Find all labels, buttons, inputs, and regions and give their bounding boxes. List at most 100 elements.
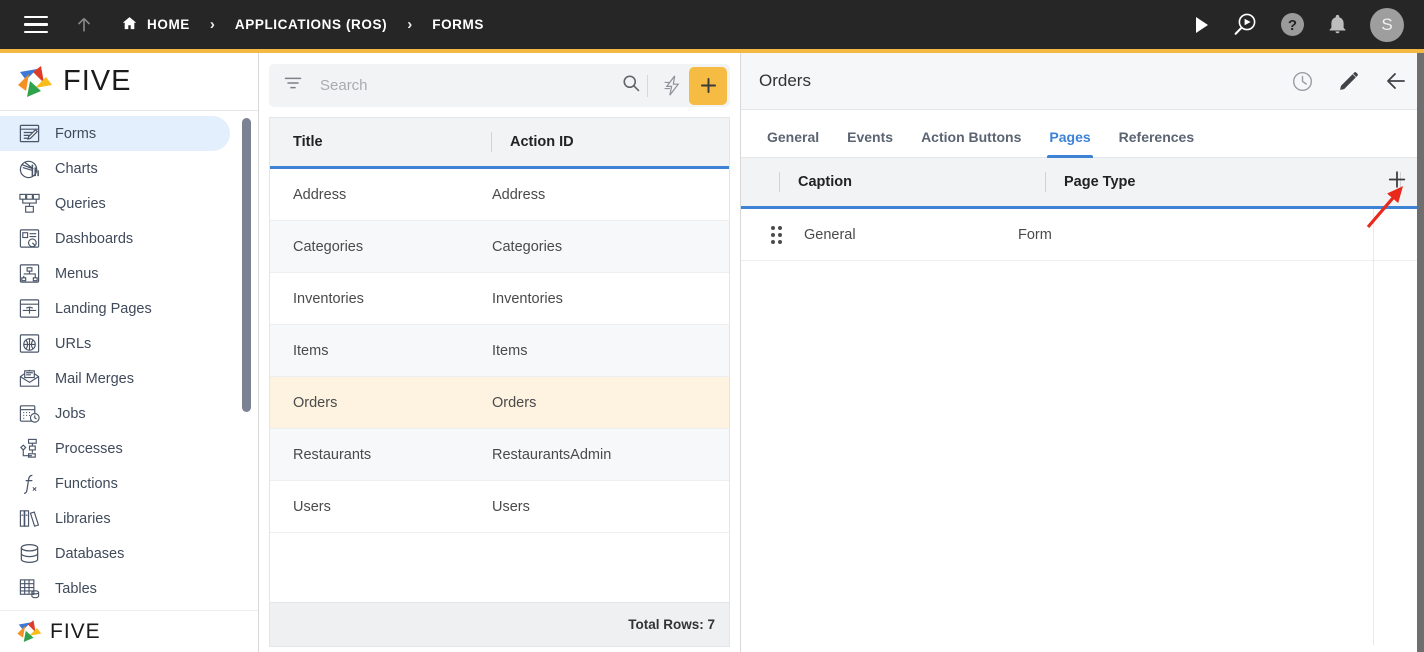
lightning-bolt-icon[interactable] [655, 74, 689, 97]
cell-page-type: Form [1018, 226, 1052, 243]
sidebar-item-libraries[interactable]: Libraries [0, 501, 230, 536]
top-bar-actions: ? S [1194, 7, 1404, 42]
pages-grid: Caption Page Type General Form [741, 158, 1424, 645]
processes-icon [14, 437, 44, 460]
grid-footer: Total Rows: 7 [270, 602, 729, 646]
cell-title: Categories [293, 238, 364, 255]
five-pinwheel-logo-icon [18, 65, 52, 97]
sidebar-item-processes[interactable]: Processes [0, 431, 230, 466]
sidebar-item-label: Forms [55, 125, 97, 142]
breadcrumb-separator-icon: › [407, 16, 413, 33]
sidebar-item-forms[interactable]: Forms [0, 116, 230, 151]
cell-title: Items [293, 342, 329, 359]
search-icon[interactable] [621, 73, 641, 98]
total-rows-label: Total Rows: 7 [628, 617, 715, 632]
sidebar-item-jobs[interactable]: Jobs [0, 396, 230, 431]
sidebar-nav-list: Forms Charts Queries Dashboards Menus La… [0, 111, 258, 606]
toolbar-divider [647, 74, 648, 97]
queries-icon [14, 192, 44, 215]
user-avatar[interactable]: S [1370, 7, 1404, 42]
cell-title: Users [293, 498, 331, 515]
breadcrumb-separator-icon: › [209, 16, 215, 33]
brand-logo-top[interactable]: FIVE [0, 53, 258, 111]
column-header-title[interactable]: Title [270, 118, 491, 166]
detail-tabs: General Events Action Buttons Pages Refe… [741, 110, 1424, 158]
breadcrumb-item-applications[interactable]: APPLICATIONS (ROS) [235, 17, 387, 32]
table-row[interactable]: Items Items [270, 325, 729, 377]
breadcrumb-label: FORMS [432, 17, 484, 32]
history-clock-icon[interactable] [1291, 70, 1314, 93]
sidebar-item-queries[interactable]: Queries [0, 186, 230, 221]
tab-pages[interactable]: Pages [1035, 129, 1104, 158]
cell-action-id: Orders [492, 394, 537, 411]
search-preview-icon[interactable] [1232, 12, 1258, 38]
sidebar-item-label: Mail Merges [55, 370, 134, 387]
breadcrumb-item-forms[interactable]: FORMS [432, 17, 484, 32]
search-bar [269, 64, 730, 107]
sidebar-item-charts[interactable]: Charts [0, 151, 230, 186]
add-form-button[interactable] [689, 66, 727, 105]
back-arrow-icon[interactable] [1384, 69, 1408, 93]
sidebar-item-label: Jobs [55, 405, 86, 422]
tab-general[interactable]: General [753, 129, 833, 157]
sidebar-item-label: Tables [55, 580, 97, 597]
tables-icon [14, 577, 44, 600]
cell-action-id: Address [492, 186, 546, 203]
notifications-bell-icon[interactable] [1327, 13, 1348, 36]
table-row[interactable]: Categories Categories [270, 221, 729, 273]
sidebar-item-label: Queries [55, 195, 106, 212]
table-row-selected[interactable]: Orders Orders [270, 377, 729, 429]
cell-action-id: Categories [492, 238, 563, 255]
table-row[interactable]: Address Address [270, 169, 729, 221]
edit-pencil-icon[interactable] [1338, 70, 1360, 92]
table-row[interactable]: General Form [741, 209, 1424, 261]
column-header-caption[interactable]: Caption [780, 174, 1045, 190]
detail-scrollbar[interactable] [1417, 53, 1424, 652]
sidebar-item-tables[interactable]: Tables [0, 571, 230, 606]
breadcrumb-item-home[interactable]: HOME [121, 15, 190, 35]
home-icon [121, 15, 138, 35]
sidebar-item-dashboards[interactable]: Dashboards [0, 221, 230, 256]
help-icon[interactable]: ? [1280, 12, 1305, 37]
brand-logo-bottom: FIVE [0, 610, 258, 652]
run-play-icon[interactable] [1194, 16, 1210, 34]
hamburger-menu-icon[interactable] [24, 16, 48, 33]
mail-merges-icon [14, 367, 44, 390]
filter-icon[interactable] [283, 73, 303, 98]
libraries-icon [14, 507, 44, 530]
sidebar-item-label: URLs [55, 335, 92, 352]
menus-icon [14, 262, 44, 285]
sidebar-nav-scroll-area: Forms Charts Queries Dashboards Menus La… [0, 111, 258, 610]
sidebar-item-mail-merges[interactable]: Mail Merges [0, 361, 230, 396]
breadcrumb: HOME › APPLICATIONS (ROS) › FORMS [121, 15, 484, 35]
tab-events[interactable]: Events [833, 129, 907, 157]
column-header-action-id[interactable]: Action ID [492, 118, 574, 166]
table-row[interactable]: Users Users [270, 481, 729, 533]
add-page-button[interactable] [1386, 169, 1408, 196]
functions-icon [14, 472, 44, 495]
arrow-up-icon[interactable] [73, 14, 95, 36]
left-sidebar: FIVE Forms Charts Queries Dashboards Men… [0, 53, 259, 652]
table-row[interactable]: Inventories Inventories [270, 273, 729, 325]
tab-references[interactable]: References [1105, 129, 1209, 157]
tab-action-buttons[interactable]: Action Buttons [907, 129, 1035, 157]
sidebar-item-menus[interactable]: Menus [0, 256, 230, 291]
cell-caption: General [804, 226, 856, 243]
search-input[interactable] [320, 77, 621, 94]
sidebar-scrollbar-thumb[interactable] [242, 118, 251, 412]
top-navigation-bar: HOME › APPLICATIONS (ROS) › FORMS ? S [0, 0, 1424, 49]
drag-handle-icon[interactable] [771, 225, 782, 244]
table-row[interactable]: Restaurants RestaurantsAdmin [270, 429, 729, 481]
cell-title: Address [293, 186, 347, 203]
sidebar-item-urls[interactable]: URLs [0, 326, 230, 361]
sidebar-item-label: Dashboards [55, 230, 134, 247]
sidebar-item-label: Charts [55, 160, 98, 177]
page-title: Orders [759, 71, 811, 90]
sidebar-item-databases[interactable]: Databases [0, 536, 230, 571]
sidebar-item-landing-pages[interactable]: Landing Pages [0, 291, 230, 326]
cell-action-id: Inventories [492, 290, 563, 307]
sidebar-item-label: Landing Pages [55, 300, 152, 317]
sidebar-item-functions[interactable]: Functions [0, 466, 230, 501]
brand-name: FIVE [50, 619, 101, 643]
column-header-page-type[interactable]: Page Type [1046, 174, 1135, 190]
